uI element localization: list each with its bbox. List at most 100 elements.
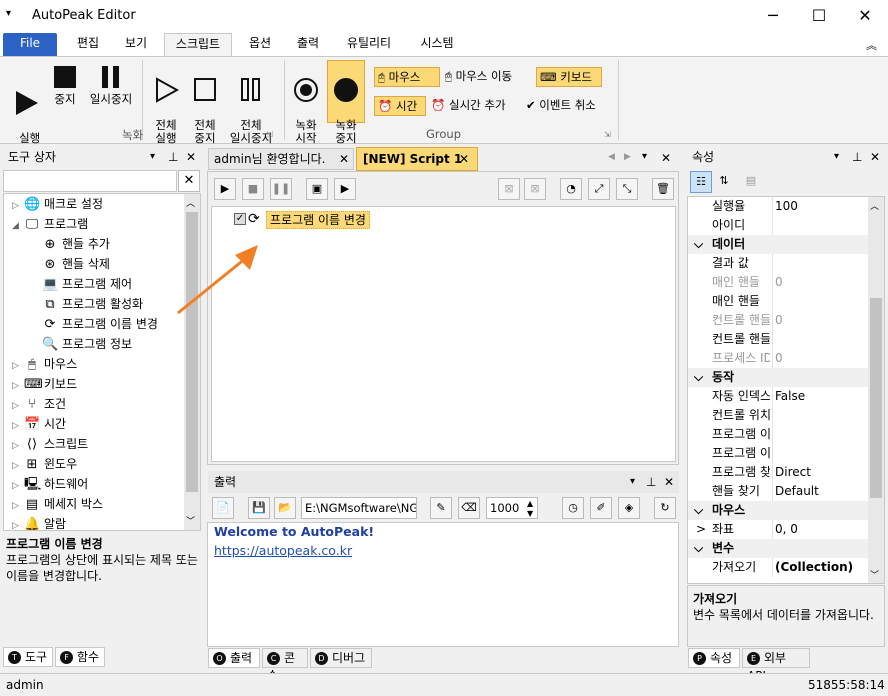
collapsed-arrow-icon[interactable]: ▷ [12, 356, 24, 376]
property-row[interactable]: 가져오기 (Collection) [688, 558, 868, 577]
tree-item[interactable]: ▷ ⟨⟩ 스크립트 [12, 434, 88, 454]
tree-item[interactable]: ▷ 🖱 마우스 [12, 354, 77, 374]
expanded-arrow-icon[interactable]: ◢ [12, 216, 24, 236]
tab-edit[interactable]: 편집 [68, 33, 108, 56]
tab-view[interactable]: 보기 [116, 33, 156, 56]
property-value[interactable]: 0 [772, 273, 783, 292]
property-category[interactable]: ⌵ 마우스 [688, 501, 868, 520]
output-log[interactable] [207, 522, 679, 647]
record-start-button[interactable]: 녹화 시작 [288, 64, 324, 145]
property-pages-button[interactable]: ▤ [740, 171, 762, 193]
tab-script[interactable]: 스크립트 [164, 33, 232, 56]
property-value[interactable]: (Collection) [772, 558, 853, 577]
close-icon[interactable]: ✕ [664, 471, 674, 493]
time-record-toggle[interactable]: ⏰ 시간 [374, 96, 426, 116]
property-row[interactable]: 매인 핸들 0 [688, 273, 868, 292]
script-pause-button[interactable]: ❚❚ [270, 178, 292, 200]
script-stop-button[interactable]: ■ [242, 178, 264, 200]
collapsed-arrow-icon[interactable]: ▷ [12, 436, 24, 456]
collapsed-arrow-icon[interactable]: ▷ [12, 456, 24, 476]
close-icon[interactable]: ✕ [186, 146, 196, 168]
property-row[interactable]: 컨트롤 위치 [688, 406, 868, 425]
stepper-down-icon[interactable]: ▼ [527, 504, 533, 524]
dialog-launcher-icon[interactable]: ⇲ [604, 130, 611, 139]
script-canvas[interactable] [211, 206, 676, 462]
run-button[interactable]: 실행 [6, 64, 46, 145]
tree-item[interactable]: ▷ ⑂ 조건 [12, 394, 66, 414]
property-value[interactable]: False [772, 387, 805, 406]
property-value[interactable]: Default [772, 482, 819, 501]
collapse-category-icon[interactable]: ⌵ [694, 235, 703, 254]
script-delete-node-button[interactable]: ⊠ [498, 178, 520, 200]
property-category[interactable]: ⌵ 동작 [688, 368, 868, 387]
dropdown-icon[interactable]: ▾ [834, 146, 839, 168]
keyboard-record-toggle[interactable]: ⌨ 키보드 [536, 67, 602, 87]
property-row[interactable]: 프로그램 이름 [688, 444, 868, 463]
categorized-view-button[interactable]: ☷ [690, 171, 712, 193]
property-value[interactable]: 100 [772, 197, 798, 216]
dropdown-icon[interactable]: ▾ [150, 146, 155, 168]
property-row[interactable]: 실행율 100 [688, 197, 868, 216]
tab-output[interactable]: 출력 [288, 33, 328, 56]
tab-file[interactable]: File [3, 33, 57, 56]
property-value[interactable] [772, 425, 775, 444]
open-folder-button[interactable]: 📂 [274, 497, 296, 519]
dropdown-icon[interactable]: ▾ [642, 151, 647, 162]
property-value[interactable]: 0 [772, 349, 783, 368]
collapsed-arrow-icon[interactable]: ▷ [12, 416, 24, 436]
property-value[interactable] [772, 254, 775, 273]
tab-scroll-right-icon[interactable]: ▶ [624, 152, 631, 162]
tree-item[interactable]: ⊛ 핸들 삭제 [42, 254, 110, 274]
log-path-field[interactable]: E:\NGMsoftware\NG [301, 497, 417, 519]
tree-item[interactable]: 💻 프로그램 제어 [42, 274, 132, 294]
timestamp-toggle[interactable]: ◷ [562, 497, 584, 519]
record-stop-button[interactable]: 녹화 중지 [327, 60, 365, 145]
property-value[interactable] [772, 406, 775, 425]
eraser-button[interactable]: ⌫ [458, 497, 480, 519]
save-log-button[interactable]: 💾 [248, 497, 270, 519]
expand-all-button[interactable]: ⤢ [588, 178, 610, 200]
tree-item[interactable]: 🔍 프로그램 정보 [42, 334, 132, 354]
pin-icon[interactable]: ⊥ [168, 146, 178, 168]
tab-functions[interactable]: F 함수 [55, 647, 105, 667]
scroll-down-icon[interactable]: ﹀ [186, 514, 195, 527]
tab-tools[interactable]: T 도구 [3, 647, 53, 667]
script-reset-button[interactable]: ◔ [560, 178, 582, 200]
property-value[interactable] [772, 444, 775, 463]
mouse-record-toggle[interactable]: 🖰 마우스 [374, 67, 440, 87]
property-row[interactable]: 아이디 [688, 216, 868, 235]
realtime-add-toggle[interactable]: ⏰ 실시간 추가 [431, 96, 506, 116]
script-run-button[interactable]: ▶ [214, 178, 236, 200]
scroll-down-icon[interactable]: ﹀ [870, 568, 879, 581]
minimize-button[interactable]: ─ [750, 0, 796, 32]
tree-item[interactable]: ⧉ 프로그램 활성화 [42, 294, 143, 314]
tree-item[interactable]: ▷ 🌐 매크로 설정 [12, 194, 103, 214]
brush-button[interactable]: ✐ [590, 497, 612, 519]
property-value[interactable] [772, 216, 775, 235]
collapse-category-icon[interactable]: ⌵ [694, 539, 703, 558]
property-value[interactable] [772, 292, 775, 311]
tree-item[interactable]: ⊕ 핸들 추가 [42, 234, 110, 254]
property-row[interactable]: 컨트롤 핸들 [688, 330, 868, 349]
maximize-button[interactable]: ☐ [796, 0, 842, 32]
property-row[interactable]: 프로세스 ID 0 [688, 349, 868, 368]
alphabetical-view-button[interactable]: ⇅ [713, 171, 735, 193]
fill-button[interactable]: ◈ [618, 497, 640, 519]
tree-item[interactable]: ◢ 🖵 프로그램 [12, 214, 88, 234]
close-icon[interactable]: ✕ [661, 151, 671, 165]
tree-item[interactable]: ▷ 🖳 하드웨어 [12, 474, 88, 494]
tab-debug[interactable]: D 디버그 [310, 648, 372, 668]
clear-search-button[interactable]: ✕ [178, 170, 200, 192]
tab-script-1[interactable]: [NEW] Script 1 ✕ [356, 147, 478, 171]
tab-utility[interactable]: 유틸리티 [338, 33, 400, 56]
property-category[interactable]: ⌵ 변수 [688, 539, 868, 558]
property-value[interactable]: 0, 0 [772, 520, 798, 539]
tab-external-api[interactable]: E외부 API [742, 648, 810, 683]
script-step-button[interactable]: ▣ [306, 178, 328, 200]
scroll-up-icon[interactable]: ︿ [186, 196, 195, 209]
tab-properties[interactable]: P 속성 [688, 648, 740, 668]
mouse-move-toggle[interactable]: 🖱 마우스 이동 [445, 67, 512, 87]
collapsed-arrow-icon[interactable]: ▷ [12, 476, 24, 496]
property-row[interactable]: 프로그램 이름 [688, 425, 868, 444]
script-delete-all-button[interactable]: ⊠ [524, 178, 546, 200]
